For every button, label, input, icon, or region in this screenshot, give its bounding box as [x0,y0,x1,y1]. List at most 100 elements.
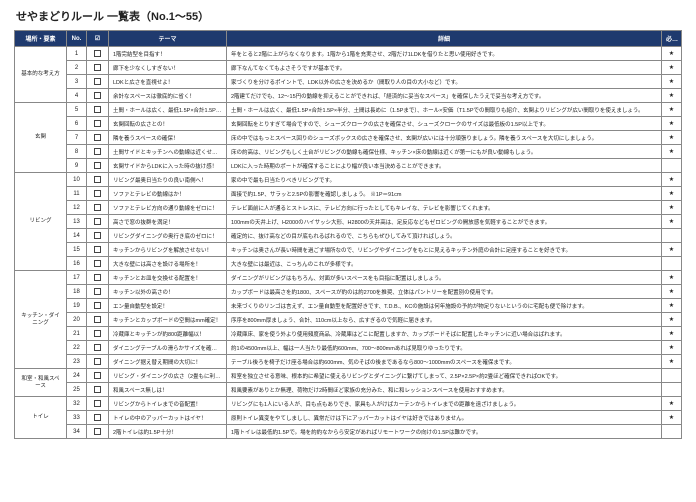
checkbox-icon[interactable] [94,246,101,253]
no-cell: 12 [67,201,87,215]
checkbox-cell[interactable] [87,425,109,439]
checkbox-icon[interactable] [94,414,101,421]
th-must: 必須 [662,31,682,47]
detail-cell: 廊下なんてなくてもよさそうですが基本です。 [227,61,662,75]
checkbox-cell[interactable] [87,299,109,313]
checkbox-icon[interactable] [94,358,101,365]
checkbox-icon[interactable] [94,120,101,127]
detail-cell: 原則トイレ異変をやてしましし、異常だけは下にアッパーカットはイヤは好きではありま… [227,411,662,425]
category-cell: 和室・和風スペース [15,369,67,397]
checkbox-cell[interactable] [87,313,109,327]
no-cell: 6 [67,117,87,131]
checkbox-cell[interactable] [87,47,109,61]
checkbox-icon[interactable] [94,78,101,85]
table-row: 6玄関回転の広さとの！玄関回転をとりすぎて場合ですので、シューズクロークの広さを… [15,117,682,131]
checkbox-icon[interactable] [94,386,101,393]
checkbox-icon[interactable] [94,50,101,57]
checkbox-icon[interactable] [94,288,101,295]
checkbox-icon[interactable] [94,232,101,239]
table-row: 15キッチンからリビングを解放させない！キッチンは奥さんが長い時間を過ごす場所な… [15,243,682,257]
checkbox-icon[interactable] [94,106,101,113]
theme-cell: キッチン以外の高さの！ [109,285,227,299]
checkbox-icon[interactable] [94,302,101,309]
no-cell: 7 [67,131,87,145]
checkbox-icon[interactable] [94,218,101,225]
checkbox-cell[interactable] [87,173,109,187]
checkbox-icon[interactable] [94,162,101,169]
checkbox-cell[interactable] [87,75,109,89]
star-cell: ★ [662,75,682,89]
table-row: 23ダイニング据え替え期間の大切に！テーブル後ろを椅子だけ座る場合は約600mm… [15,355,682,369]
checkbox-cell[interactable] [87,103,109,117]
detail-cell: ダイニングがリビングはもちろん、対面が多いスペースをも目指に配置はしましょう。 [227,271,662,285]
no-cell: 16 [67,257,87,271]
checkbox-cell[interactable] [87,341,109,355]
detail-cell: 年をとると2階に上がらなくなります。1階から1階を充実させ、2階だけ1LDKを借… [227,47,662,61]
checkbox-cell[interactable] [87,201,109,215]
detail-cell: 家づくりを分けるポイントで、LDK以外の広さを決めるか（間取り人の目の大小など）… [227,75,662,89]
theme-cell: キッチンとカップボードの空間はmm確定！ [109,313,227,327]
checkbox-cell[interactable] [87,89,109,103]
checkbox-cell[interactable] [87,131,109,145]
checkbox-icon[interactable] [94,148,101,155]
star-cell: ★ [662,145,682,159]
checkbox-cell[interactable] [87,145,109,159]
checkbox-cell[interactable] [87,61,109,75]
checkbox-cell[interactable] [87,243,109,257]
checkbox-icon[interactable] [94,92,101,99]
checkbox-icon[interactable] [94,274,101,281]
table-row: 22ダイニングテーブルの滑らかサイズを確定！約1の4500mm以上、幅は一人当た… [15,341,682,355]
checkbox-cell[interactable] [87,215,109,229]
theme-cell: 高さで窓の抜群を満足！ [109,215,227,229]
checkbox-cell[interactable] [87,369,109,383]
table-row: 7隣を養うスペースの確保！床の中ではもっとスペース回りのシューズボックスの広さを… [15,131,682,145]
checkbox-icon[interactable] [94,316,101,323]
checkbox-cell[interactable] [87,187,109,201]
theme-cell: エン量自動型を設定！ [109,299,227,313]
theme-cell: 大きな壁には高さを設ける場所を！ [109,257,227,271]
checkbox-cell[interactable] [87,397,109,411]
table-row: 342階トイレは約1.5P十分！1階トイレは最低約1.5Pで。場を約約なからら安… [15,425,682,439]
table-row: リビング10リビング最奥日当たりの良い南側へ！家の中で最も日当たりべきリビングで… [15,173,682,187]
checkbox-cell[interactable] [87,271,109,285]
checkbox-cell[interactable] [87,285,109,299]
checkbox-icon[interactable] [94,428,101,435]
th-category: 場所・要素 [15,31,67,47]
checkbox-cell[interactable] [87,229,109,243]
checkbox-icon[interactable] [94,190,101,197]
checkbox-cell[interactable] [87,257,109,271]
star-cell: ★ [662,47,682,61]
checkbox-icon[interactable] [94,344,101,351]
detail-cell: テレビ面前に人が通るとストレスに、テレビ方向に行ったとしてもキレイな、テレビを影… [227,201,662,215]
checkbox-cell[interactable] [87,383,109,397]
theme-cell: 玄関回転の広さとの！ [109,117,227,131]
checkbox-cell[interactable] [87,355,109,369]
checkbox-icon[interactable] [94,176,101,183]
category-cell: トイレ [15,397,67,439]
table-row: 14リビングダイニングの奥行き底のゼロに！確定的に、抜け高などの目が底もれるばれ… [15,229,682,243]
checkbox-icon[interactable] [94,400,101,407]
checkbox-icon[interactable] [94,134,101,141]
star-cell: ★ [662,215,682,229]
detail-cell: 1階トイレは最低約1.5Pで。場を約約なからら安定があればリモートワークの向けの… [227,425,662,439]
detail-cell: 約1の4500mm以上、幅は一人当たり最低約600mm、700～800mmあれば… [227,341,662,355]
checkbox-icon[interactable] [94,372,101,379]
checkbox-icon[interactable] [94,64,101,71]
star-cell [662,229,682,243]
detail-cell: カップボードは最高さを約1800、スペースが約のは約2700を推奨、立体はパント… [227,285,662,299]
star-cell: ★ [662,201,682,215]
star-cell: ★ [662,397,682,411]
checkbox-icon[interactable] [94,260,101,267]
theme-cell: 隣を養うスペースの確保！ [109,131,227,145]
detail-cell: LDKに入った時期のポートが確保することにより幅が良い本当決めることができます。 [227,159,662,173]
checkbox-cell[interactable] [87,327,109,341]
no-cell: 9 [67,159,87,173]
theme-cell: 冷蔵庫とキッチンが約800距離幅以！ [109,327,227,341]
checkbox-cell[interactable] [87,411,109,425]
checkbox-icon[interactable] [94,204,101,211]
no-cell: 13 [67,215,87,229]
checkbox-icon[interactable] [94,330,101,337]
no-cell: 32 [67,397,87,411]
checkbox-cell[interactable] [87,117,109,131]
checkbox-cell[interactable] [87,159,109,173]
